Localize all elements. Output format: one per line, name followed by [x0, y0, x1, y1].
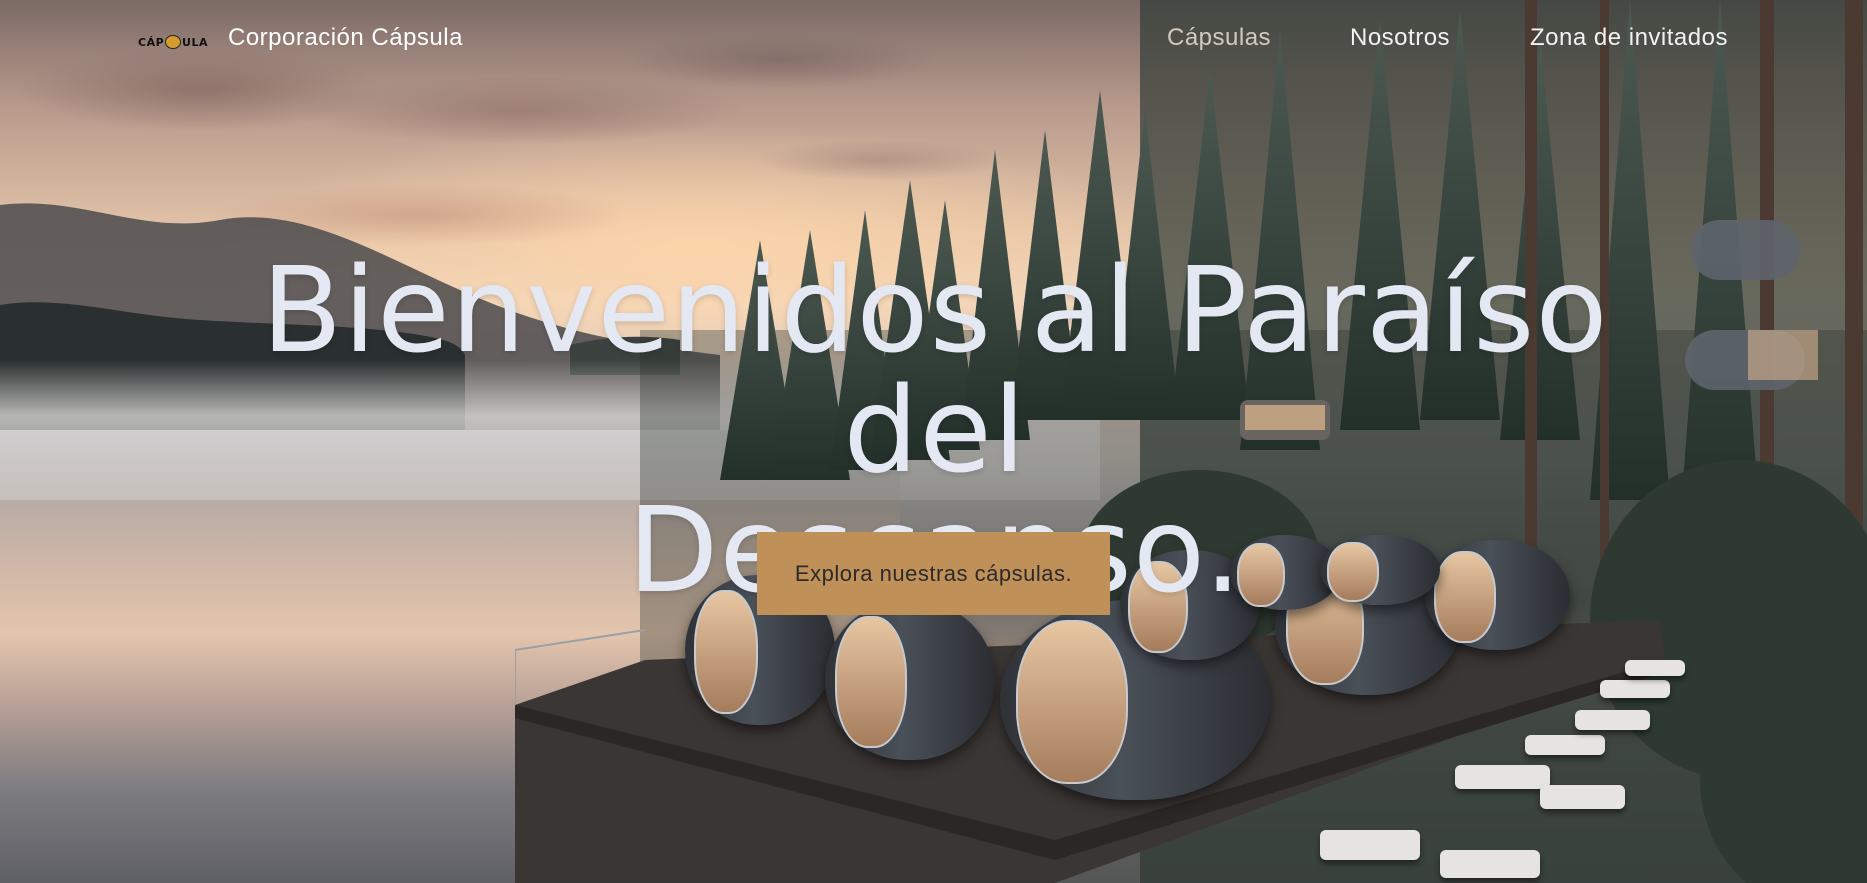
nav-link-nosotros[interactable]: Nosotros — [1350, 24, 1450, 52]
lounge-chair — [1525, 735, 1605, 755]
brand-logo[interactable]: CÁP ULA — [138, 30, 208, 54]
nav-link-capsulas[interactable]: Cápsulas — [1167, 24, 1271, 52]
logo-text-icon-end: ULA — [182, 35, 208, 49]
lounge-chair — [1455, 765, 1550, 789]
lounge-chair — [1625, 660, 1685, 676]
logo-text-icon: CÁP — [138, 35, 165, 49]
lounge-chair — [1600, 680, 1670, 698]
lounge-chair — [1320, 830, 1420, 860]
top-navigation: CÁP ULA Corporación Cápsula Cápsulas Noso… — [0, 0, 1867, 84]
capsule-pod — [825, 600, 995, 760]
logo-capsule-icon — [165, 35, 182, 49]
headline-line-1: Bienvenidos al Paraíso del — [261, 241, 1609, 499]
lounge-chair — [1575, 710, 1650, 730]
explore-capsules-button[interactable]: Explora nuestras cápsulas. — [757, 532, 1110, 615]
lounge-chair — [1440, 850, 1540, 878]
lounge-chair — [1540, 785, 1625, 809]
nav-link-zona-invitados[interactable]: Zona de invitados — [1530, 24, 1728, 52]
brand-name-link[interactable]: Corporación Cápsula — [228, 24, 463, 52]
